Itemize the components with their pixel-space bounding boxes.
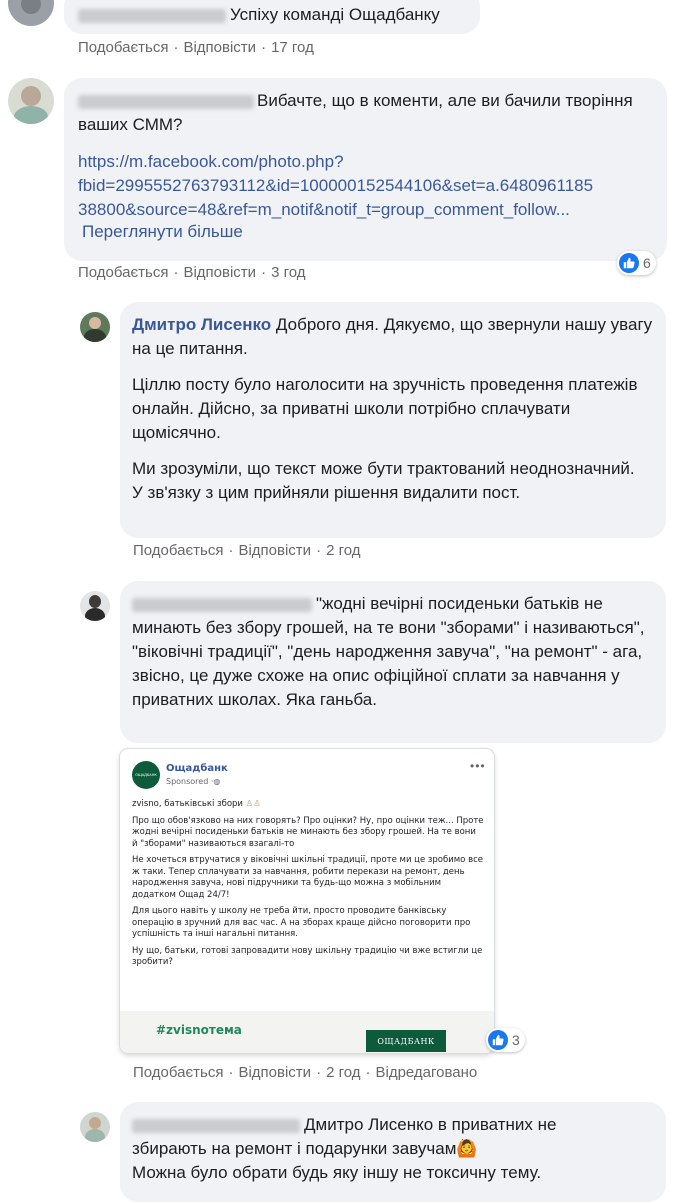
attached-image[interactable]: ОЩАДБАНК Ощадбанк Sponsored ·◍ ••• zvisn…: [120, 749, 494, 1053]
link-line[interactable]: 38800&source=48&ref=m_notif&notif_t=grou…: [78, 198, 663, 222]
post-paragraph: Про що обов'язково на них говорять? Про …: [132, 815, 484, 849]
replier-avatar[interactable]: [80, 1112, 110, 1142]
reaction-count: 3: [512, 1032, 520, 1048]
post-paragraph: Для цього навіть у школу не треба йти, п…: [132, 906, 471, 939]
link-line[interactable]: fbid=2995552763793112&id=100000152544106…: [78, 174, 663, 198]
sponsored-label: Sponsored: [166, 777, 209, 786]
post-paragraph: Не хочеться втручатися у віковічні шкіль…: [132, 855, 483, 900]
mentioned-user[interactable]: Дмитро Лисенко: [304, 1115, 433, 1134]
author-name[interactable]: Дмитро Лисенко: [132, 315, 271, 334]
comment-actions: Подобається · Відповісти · 3 год: [78, 264, 306, 281]
reply-paragraph: Ціллю посту було наголосити на зручність…: [132, 375, 638, 442]
author-name-redacted[interactable]: [132, 597, 312, 612]
link-line[interactable]: https://m.facebook.com/photo.php?: [78, 150, 663, 174]
see-more-link[interactable]: Переглянути більше: [82, 220, 243, 244]
reply-link[interactable]: Відповісти: [238, 1064, 311, 1081]
commenter-avatar[interactable]: [8, 78, 54, 124]
reply-link[interactable]: Відповісти: [183, 264, 256, 281]
reply-bubble: Дмитро Лисенко в приватних не збирають н…: [120, 1102, 666, 1202]
globe-icon: ·◍: [210, 777, 221, 786]
like-link[interactable]: Подобається: [133, 1064, 223, 1081]
like-link[interactable]: Подобається: [78, 264, 168, 281]
reply-text: Можна було обрати будь яку іншу не токси…: [132, 1163, 542, 1182]
author-name-redacted[interactable]: [78, 8, 226, 23]
hashtag: #zvisnoтема: [156, 1023, 242, 1037]
replier-avatar[interactable]: [80, 591, 110, 621]
emoji-icon: 🙆: [456, 1139, 478, 1158]
reaction-count: 6: [643, 255, 651, 271]
reply-bubble: "жодні вечірні посиденьки батьків не мин…: [120, 581, 666, 743]
reply-actions: Подобається · Відповісти · 2 год · Відредагова…: [133, 1064, 478, 1081]
timestamp[interactable]: 2 год: [326, 1064, 360, 1081]
reply-paragraph: Ми зрозуміли, що текст може бути трактов…: [132, 459, 635, 478]
timestamp[interactable]: 3 год: [271, 264, 305, 281]
timestamp[interactable]: 2 год: [326, 542, 360, 559]
commenter-avatar[interactable]: [8, 0, 54, 26]
edited-label[interactable]: Відредаговано: [375, 1064, 477, 1081]
like-link[interactable]: Подобається: [133, 542, 223, 559]
logo-text: ОЩАДБАНК: [135, 773, 157, 777]
comment-actions: Подобається · Відповісти · 17 год: [78, 39, 314, 56]
comment-bubble: Вибачте, що в коменти, але ви бачили тво…: [64, 78, 667, 261]
author-name-redacted[interactable]: [78, 94, 254, 109]
reply-bubble: Дмитро Лисенко Доброго дня. Дякуємо, що …: [120, 302, 666, 538]
external-link[interactable]: https://m.facebook.com/photo.php? fbid=2…: [78, 150, 663, 222]
reply-paragraph: У зв'язку з цим прийняли рішення видалит…: [132, 483, 521, 502]
reaction-badge[interactable]: 3: [486, 1028, 525, 1052]
more-options-icon: •••: [470, 759, 486, 773]
reaction-badge[interactable]: 6: [617, 251, 656, 275]
thumbs-up-icon: [619, 253, 639, 273]
reply-link[interactable]: Відповісти: [238, 542, 311, 559]
brand-text: ОЩАДБАНК: [377, 1036, 435, 1046]
replier-avatar[interactable]: [80, 312, 110, 342]
reply-text: збирають на ремонт і подарунки завучам: [132, 1139, 457, 1158]
like-link[interactable]: Подобається: [78, 39, 168, 56]
author-name-redacted[interactable]: [132, 1118, 300, 1133]
post-title: zvisno, батьківські збори ♙♙: [132, 799, 261, 809]
brand-banner: ОЩАДБАНК: [366, 1030, 446, 1052]
timestamp[interactable]: 17 год: [271, 39, 314, 56]
comment-bubble: Успіху команді Ощадбанку: [64, 0, 480, 34]
reply-text: в приватних не: [433, 1115, 557, 1134]
page-name: Ощадбанк: [166, 763, 228, 774]
thumbs-up-icon: [488, 1030, 508, 1050]
reply-actions: Подобається · Відповісти · 2 год: [133, 542, 361, 559]
post-paragraph: Ну що, батьки, готові запровадити нову ш…: [132, 945, 483, 968]
comment-text: Успіху команді Ощадбанку: [230, 5, 440, 24]
page-logo: ОЩАДБАНК: [132, 761, 160, 789]
reply-link[interactable]: Відповісти: [183, 39, 256, 56]
